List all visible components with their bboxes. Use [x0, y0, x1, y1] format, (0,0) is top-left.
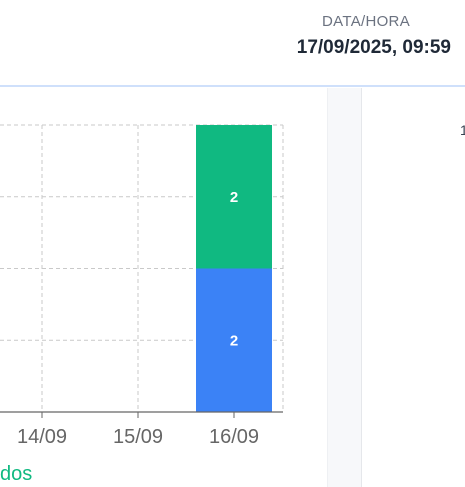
bar-data-label: 2: [230, 189, 238, 206]
stacked-bar-chart: 22 14/09 15/09 16/09: [0, 124, 284, 448]
datetime-label: DATA/HORA: [322, 13, 410, 30]
datetime-value: 17/09/2025, 09:59: [296, 37, 451, 58]
x-tick-label: 15/09: [113, 426, 163, 448]
x-tick-label: 16/09: [209, 426, 259, 448]
bar-data-label: 2: [230, 332, 238, 349]
chart-panel: 22 14/09 15/09 16/09: [0, 88, 327, 487]
panel-gutter: [327, 88, 362, 487]
legend-item-label[interactable]: dos: [0, 463, 32, 486]
side-panel: 1: [362, 88, 465, 487]
chart-bars: 22: [196, 125, 272, 412]
chart-x-axis: 14/09 15/09 16/09: [0, 411, 283, 448]
header-bar: DATA/HORA 17/09/2025, 09:59: [0, 0, 465, 87]
side-panel-text: 1: [460, 122, 465, 138]
x-tick-label: 14/09: [17, 426, 67, 448]
dashboard-view: DATA/HORA 17/09/2025, 09:59 22 14/09 15/0…: [0, 0, 465, 487]
